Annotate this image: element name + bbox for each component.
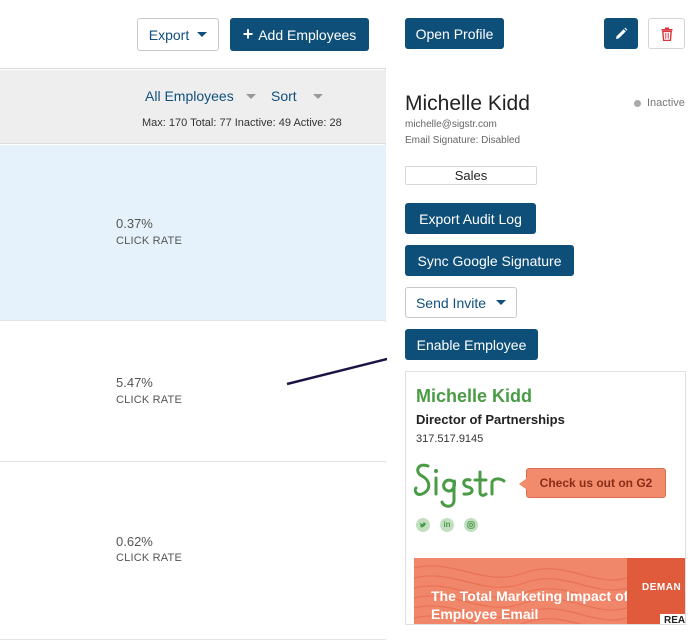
chevron-down-icon (197, 32, 208, 37)
send-invite-label: Send Invite (415, 294, 487, 311)
export-label: Export (148, 26, 190, 43)
export-audit-log-button[interactable]: Export Audit Log (405, 203, 536, 234)
linkedin-icon[interactable]: in (440, 518, 454, 532)
signature-name: Michelle Kidd (416, 386, 533, 406)
click-rate-label: CLICK RATE (116, 394, 182, 406)
employee-stats: Max: 170 Total: 77 Inactive: 49 Active: … (142, 117, 342, 129)
click-rate-value: 0.37% (116, 216, 153, 231)
sync-google-signature-button[interactable]: Sync Google Signature (405, 245, 574, 276)
click-rate-label: CLICK RATE (116, 552, 182, 564)
plus-icon: + (242, 23, 254, 44)
employee-list-panel: Export + Add Employees All Employees Sor… (0, 0, 386, 640)
sort-label: Sort (271, 88, 297, 104)
g2-cta-button[interactable]: Check us out on G2 (519, 468, 666, 498)
instagram-icon[interactable] (464, 518, 478, 532)
banner-title: The Total Marketing Impact of Employee E… (431, 588, 629, 622)
delete-button[interactable] (648, 18, 685, 49)
email-signature-status: Email Signature: Disabled (405, 135, 521, 146)
filter-label: All Employees (145, 88, 234, 104)
trash-icon (661, 27, 672, 41)
chevron-down-icon (496, 300, 507, 305)
employee-row[interactable]: 5.47% CLICK RATE (0, 322, 386, 462)
signature-title: Director of Partnerships (416, 412, 565, 427)
instagram-glyph (467, 521, 475, 529)
list-toolbar: Export + Add Employees (0, 0, 386, 69)
status-label: Inactive (647, 97, 685, 109)
open-profile-button[interactable]: Open Profile (405, 18, 504, 49)
click-rate-value: 5.47% (116, 375, 153, 390)
pencil-icon (616, 27, 628, 39)
linkedin-glyph: in (443, 520, 451, 529)
twitter-glyph (420, 522, 426, 528)
enable-employee-button[interactable]: Enable Employee (405, 329, 538, 360)
click-rate-label: CLICK RATE (116, 235, 182, 247)
chevron-down-icon (245, 93, 256, 99)
export-button[interactable]: Export (137, 18, 219, 51)
app-root: Export + Add Employees All Employees Sor… (0, 0, 697, 640)
department-badge: Sales (405, 166, 537, 185)
employee-name: Michelle Kidd (405, 92, 530, 115)
employee-filter-dropdown[interactable]: All Employees (145, 88, 256, 104)
add-employees-label: Add Employees (258, 26, 357, 43)
chevron-down-icon (312, 93, 323, 99)
employee-email: michelle@sigstr.com (405, 119, 497, 130)
banner-brand: DEMAN (642, 582, 682, 593)
employee-row[interactable]: 0.62% CLICK RATE (0, 463, 386, 640)
twitter-icon[interactable] (416, 518, 430, 532)
banner-read-button: REA (660, 614, 685, 624)
signature-preview: Michelle Kidd Director of Partnerships 3… (405, 371, 686, 625)
filter-bar: All Employees Sort Max: 170 Total: 77 In… (0, 70, 386, 144)
signature-banner[interactable]: The Total Marketing Impact of Employee E… (414, 558, 685, 624)
status-badge: Inactive (634, 97, 685, 109)
employee-detail-panel: Open Profile Michelle Kidd Inactive mich… (387, 0, 697, 640)
add-employees-button[interactable]: + Add Employees (230, 18, 369, 51)
employee-row[interactable]: 0.37% CLICK RATE (0, 145, 386, 321)
sigstr-logo (414, 463, 506, 508)
edit-button[interactable] (604, 18, 638, 49)
send-invite-dropdown[interactable]: Send Invite (405, 287, 517, 318)
click-rate-value: 0.62% (116, 534, 153, 549)
signature-phone: 317.517.9145 (416, 433, 484, 445)
status-dot-icon (634, 99, 641, 107)
sort-dropdown[interactable]: Sort (271, 88, 323, 104)
